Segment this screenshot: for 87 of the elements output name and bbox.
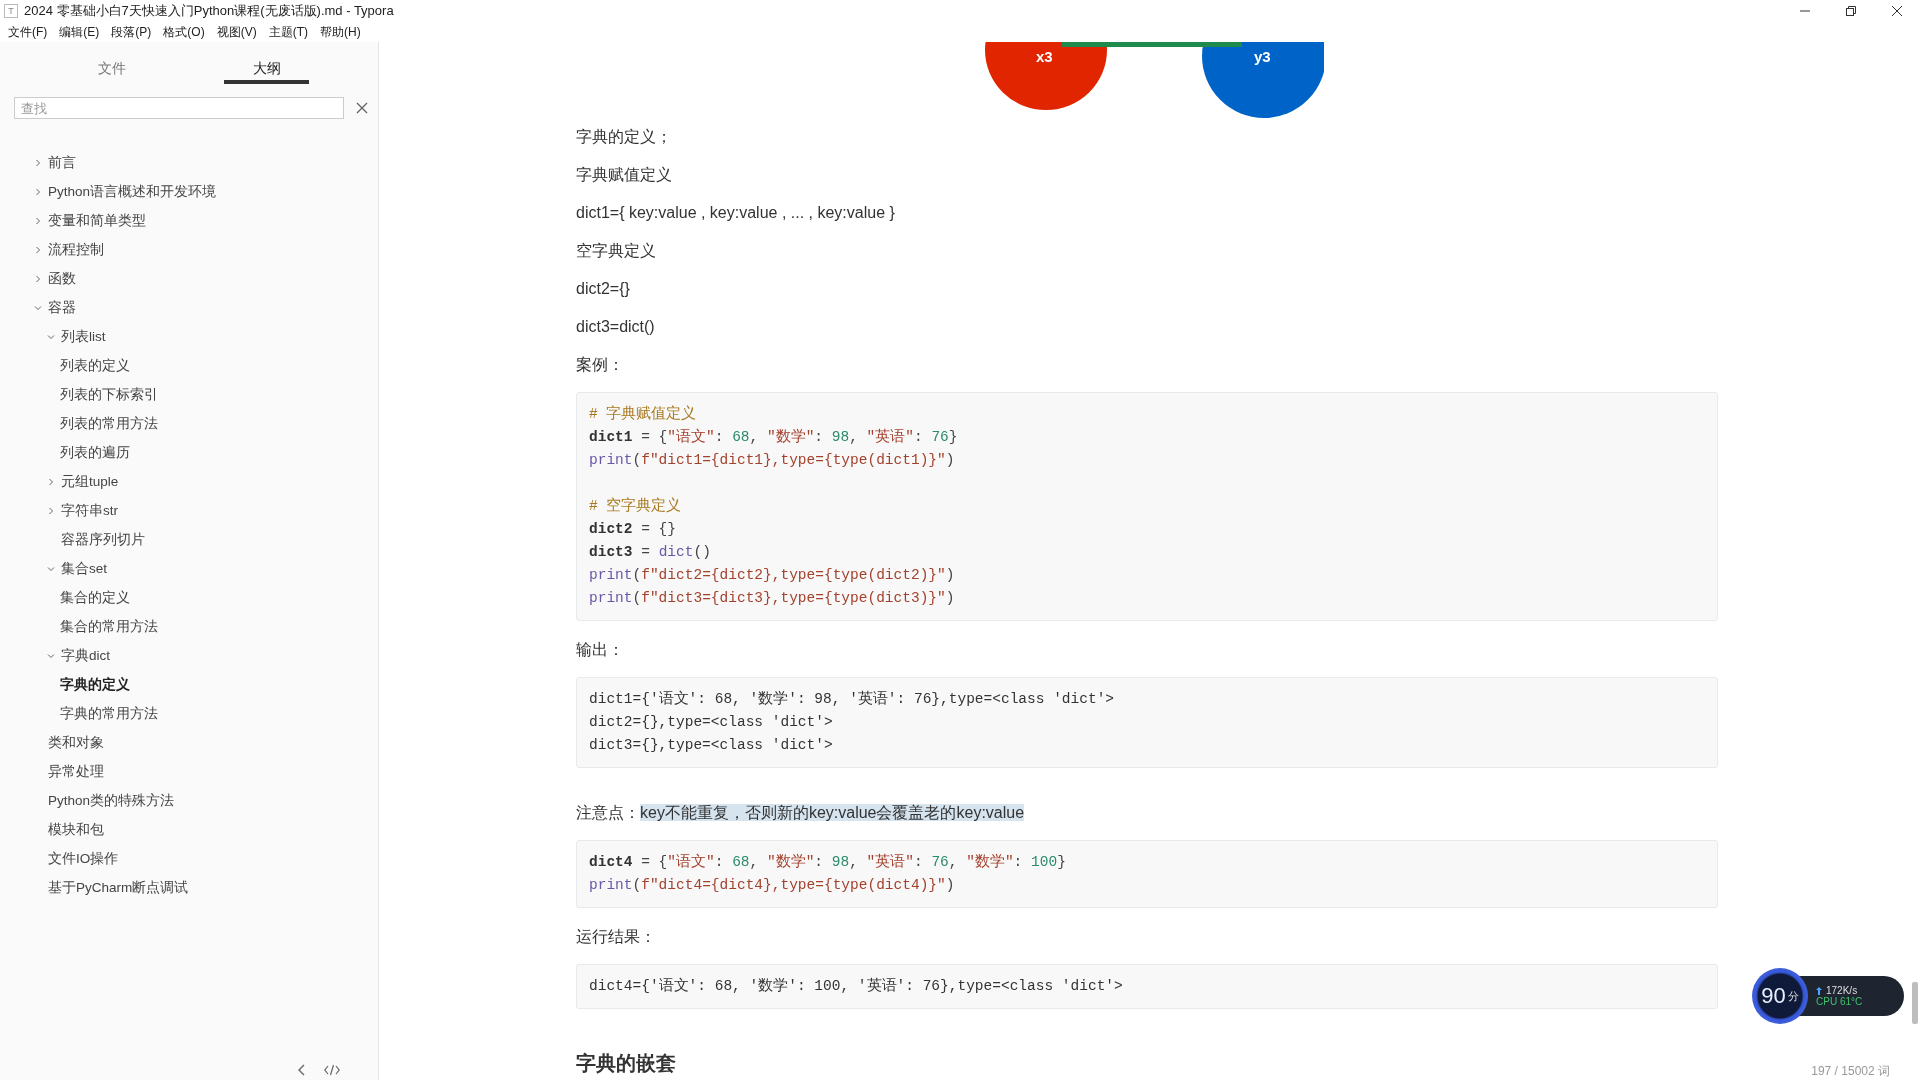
menu-item[interactable]: 编辑(E)	[53, 23, 106, 41]
outline-item[interactable]: 异常处理	[0, 757, 378, 786]
word-count: 197 / 15002 词	[1811, 1063, 1890, 1080]
outline-item[interactable]: Python类的特殊方法	[0, 786, 378, 815]
code-line: print(f"dict4={dict4},type={type(dict4)}")	[589, 876, 955, 895]
note-text: 注意点：key不能重复，否则新的key:value会覆盖老的key:value	[576, 802, 1025, 823]
outline-item[interactable]: 基于PyCharm断点调试	[0, 873, 378, 902]
close-icon[interactable]	[1892, 6, 1902, 16]
code-line: dict2 = {}	[589, 520, 677, 539]
outline-item[interactable]: 列表的遍历	[0, 438, 378, 467]
paragraph-text: 字典赋值定义	[576, 164, 672, 185]
outline-item[interactable]: 集合set	[0, 554, 378, 583]
outline-item[interactable]: 类和对象	[0, 728, 378, 757]
outline-item[interactable]: 变量和简单类型	[0, 206, 378, 235]
outline-item[interactable]: 列表的定义	[0, 351, 378, 380]
back-icon[interactable]	[298, 1064, 306, 1076]
caret-icon[interactable]	[34, 158, 42, 167]
outline-item[interactable]: 集合的常用方法	[0, 612, 378, 641]
menu-item[interactable]: 视图(V)	[210, 23, 263, 41]
code-line: # 字典赋值定义	[589, 404, 697, 424]
outline-item[interactable]: 字典dict	[0, 641, 378, 670]
caret-icon[interactable]	[47, 506, 55, 515]
source-code-icon[interactable]	[324, 1064, 340, 1076]
caret-icon[interactable]	[47, 477, 55, 486]
paragraph-text: dict1={ key:value , key:value , ... , key:value }	[576, 204, 895, 222]
caret-icon[interactable]	[34, 245, 42, 254]
window-title: 2024 零基础小白7天快速入门Python课程(无废话版).md - Typora	[24, 2, 395, 20]
outline-item[interactable]: 容器	[0, 293, 378, 322]
code-line: print(f"dict3={dict3},type={type(dict3)}")	[589, 589, 955, 608]
outline-item[interactable]: 列表的常用方法	[0, 409, 378, 438]
menu-item[interactable]: 主题(T)	[262, 23, 314, 41]
scrollbar-thumb[interactable]	[1912, 982, 1918, 1024]
app-icon: T	[4, 4, 18, 18]
outline-item[interactable]: 列表的下标索引	[0, 380, 378, 409]
speed-text: 172K/s	[1826, 985, 1858, 996]
code-line: print(f"dict2={dict2},type={type(dict2)}")	[589, 566, 955, 585]
outline-item[interactable]: 元组tuple	[0, 467, 378, 496]
diagram-drawing: x3 y3	[984, 42, 1324, 118]
caret-icon[interactable]	[47, 332, 55, 341]
sidebar-tab[interactable]: 大纲	[224, 56, 309, 84]
paragraph-text: 字典的定义；	[576, 126, 672, 147]
code-line: dict4={'语文': 68, '数学': 100, '英语': 76},type=<class 'dict'>	[589, 976, 1123, 996]
outline-item[interactable]: 前言	[0, 148, 378, 177]
close-icon[interactable]	[356, 102, 368, 114]
paragraph-text: dict3=dict()	[576, 318, 655, 336]
outline-item[interactable]: 字典的常用方法	[0, 699, 378, 728]
outline-item[interactable]: 流程控制	[0, 235, 378, 264]
code-line: dict3 = dict()	[589, 543, 711, 562]
section-heading: 字典的嵌套	[576, 1051, 677, 1076]
score-unit: 分	[1787, 988, 1799, 1004]
caret-icon[interactable]	[47, 651, 55, 660]
outline-item[interactable]: 集合的定义	[0, 583, 378, 612]
sidebar-tab[interactable]: 文件	[34, 56, 189, 84]
menu-item[interactable]: 文件(F)	[2, 23, 54, 41]
outline-item[interactable]: 函数	[0, 264, 378, 293]
outline-item[interactable]: 列表list	[0, 322, 378, 351]
menu-item[interactable]: 帮助(H)	[314, 23, 367, 41]
code-line: dict1={'语文': 68, '数学': 98, '英语': 76},type=<class 'dict'>	[589, 689, 1115, 709]
code-line: dict4 = {"语文": 68, "数学": 98, "英语": 76, "数学": 100}	[589, 852, 1066, 872]
code-line: # 空字典定义	[589, 496, 682, 516]
menu-item[interactable]: 段落(P)	[105, 23, 158, 41]
upload-arrow-icon	[1816, 986, 1822, 995]
paragraph-text: 输出：	[576, 639, 624, 660]
code-line: print(f"dict1={dict1},type={type(dict1)}")	[589, 451, 955, 470]
cpu-temperature: CPU 61°C	[1816, 996, 1864, 1007]
search-field[interactable]: 查找	[14, 97, 344, 119]
outline-item[interactable]: 模块和包	[0, 815, 378, 844]
caret-icon[interactable]	[34, 274, 42, 283]
paragraph-text: 案例：	[576, 354, 624, 375]
caret-icon[interactable]	[34, 187, 42, 196]
code-line: dict1 = {"语文": 68, "数学": 98, "英语": 76}	[589, 427, 958, 447]
outline-item[interactable]: 字符串str	[0, 496, 378, 525]
outline-item[interactable]: Python语言概述和开发环境	[0, 177, 378, 206]
paragraph-text: 运行结果：	[576, 926, 656, 947]
code-line: dict3={},type=<class 'dict'>	[589, 736, 833, 755]
outline-item[interactable]: 文件IO操作	[0, 844, 378, 873]
restore-icon[interactable]	[1846, 6, 1856, 16]
caret-icon[interactable]	[47, 564, 55, 573]
code-line: dict2={},type=<class 'dict'>	[589, 713, 833, 732]
paragraph-text: 空字典定义	[576, 240, 656, 261]
menu-item[interactable]: 格式(O)	[157, 23, 211, 41]
score-text: 90	[1761, 983, 1786, 1009]
paragraph-text: dict2={}	[576, 280, 630, 298]
outline-item[interactable]: 字典的定义	[0, 670, 378, 699]
caret-icon[interactable]	[34, 216, 42, 225]
outline-item[interactable]: 容器序列切片	[0, 525, 378, 554]
caret-icon[interactable]	[34, 303, 42, 312]
